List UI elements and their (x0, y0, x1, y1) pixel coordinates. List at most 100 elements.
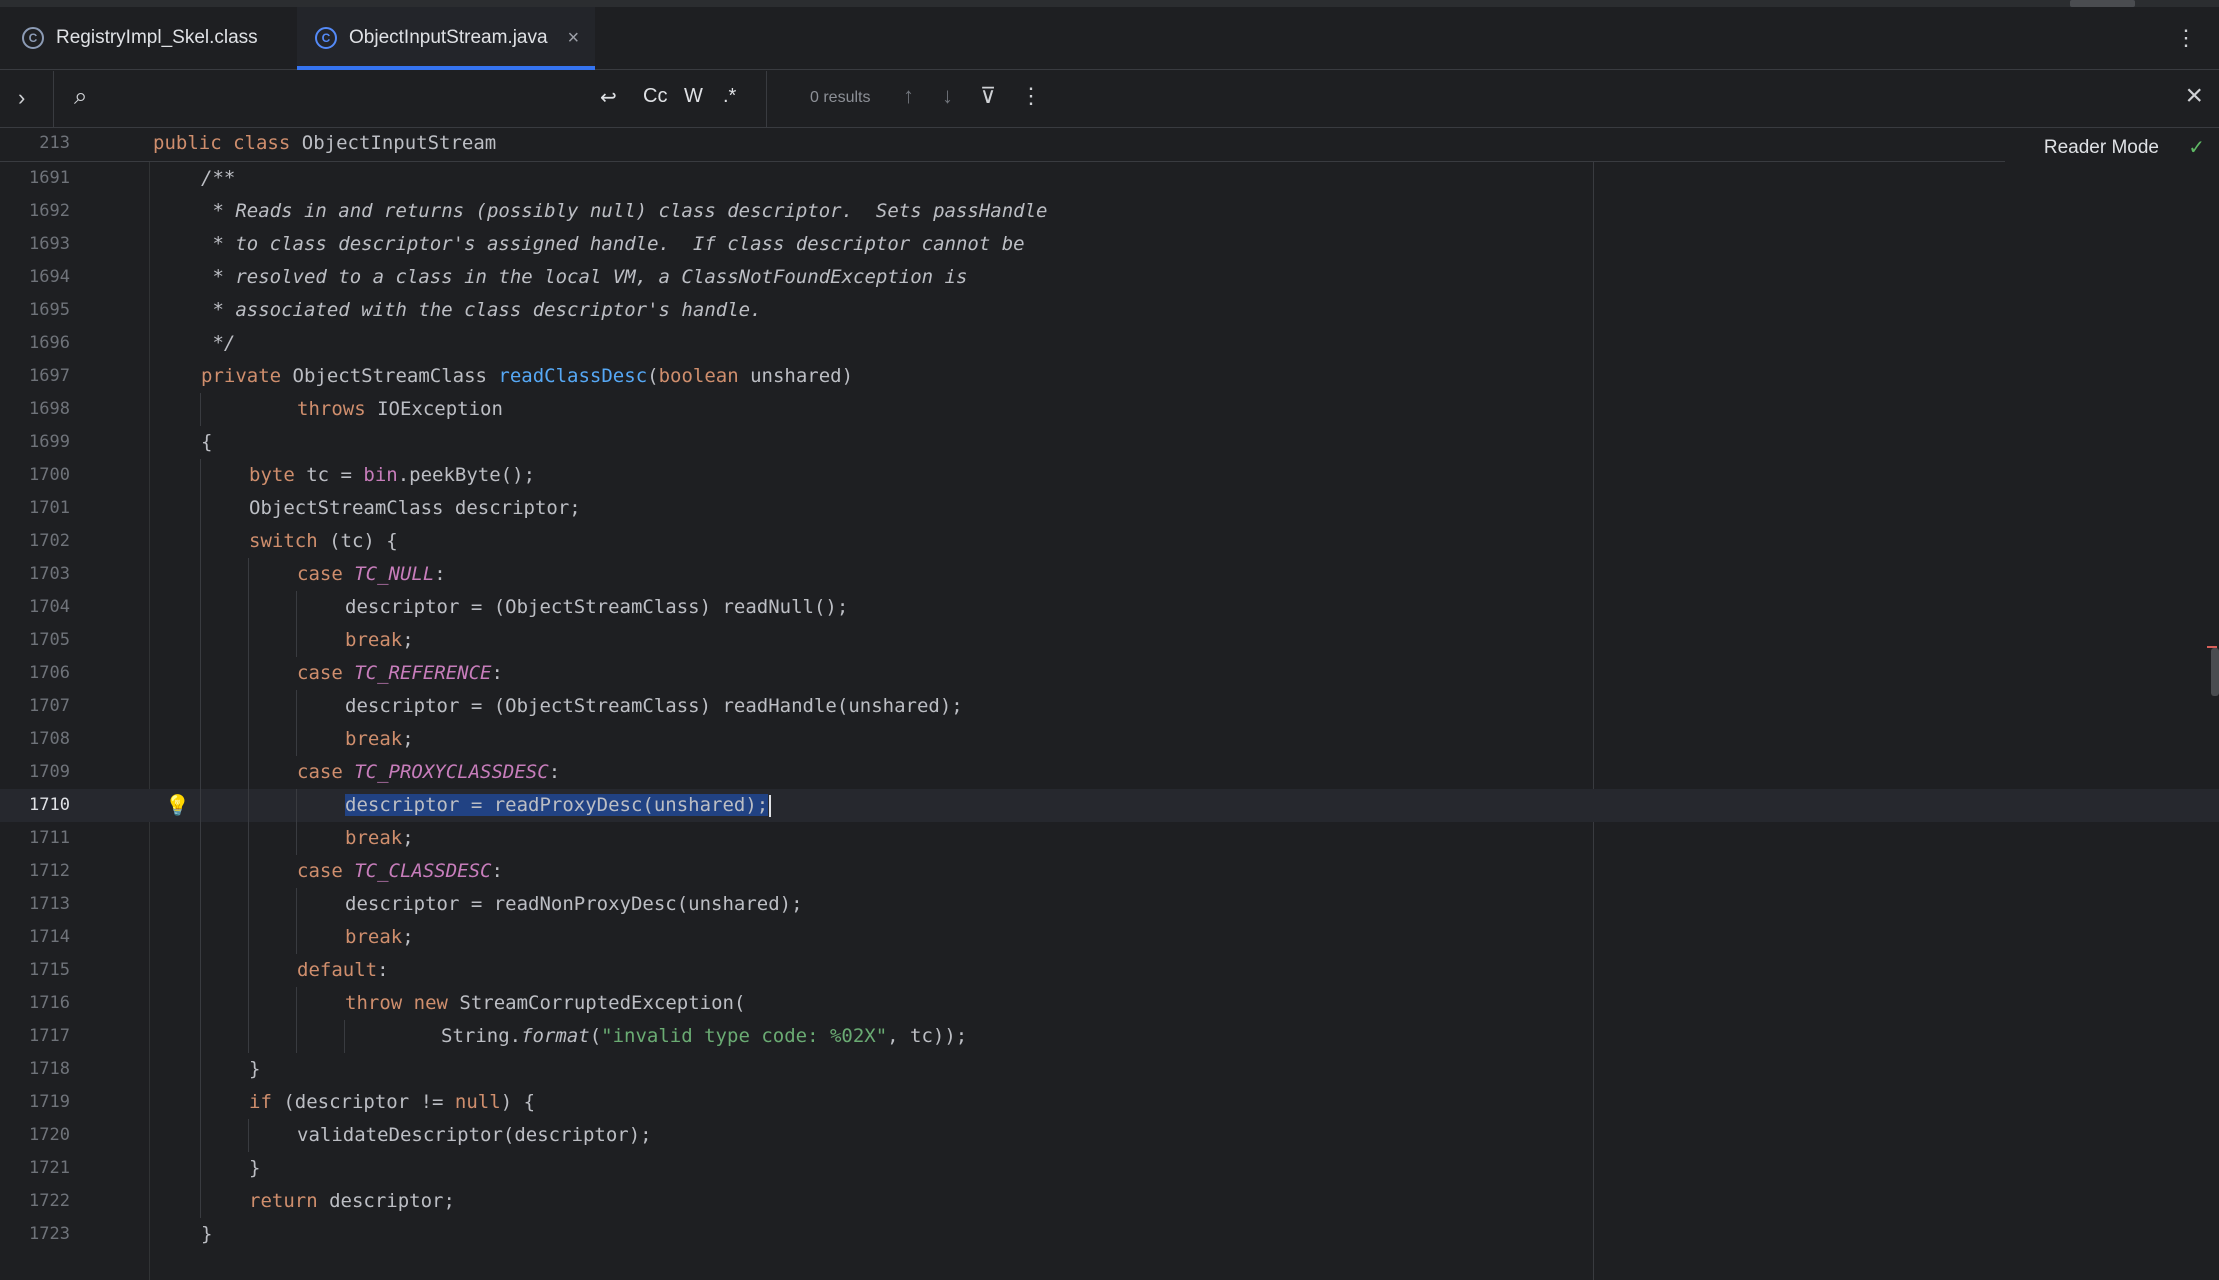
class-icon: C (315, 27, 337, 49)
line-number: 1716 (29, 993, 70, 1013)
line-number: 1704 (29, 597, 70, 617)
whole-words-toggle[interactable]: W (684, 85, 703, 108)
line-number: 1711 (29, 828, 70, 848)
code-line: 1717 String.format("invalid type code: %… (0, 1020, 2219, 1053)
line-number: 1706 (29, 663, 70, 683)
line-number: 1703 (29, 564, 70, 584)
code-line: 1712 case TC_CLASSDESC: (0, 855, 2219, 888)
tab-objectinputstream[interactable]: C ObjectInputStream.java × (297, 7, 595, 70)
check-icon: ✓ (2188, 137, 2205, 159)
code-line: 1698 throws IOException (0, 393, 2219, 426)
search-input[interactable] (108, 81, 578, 117)
find-divider (766, 71, 767, 128)
line-number: 1700 (29, 465, 70, 485)
line-number: 1715 (29, 960, 70, 980)
line-number: 1719 (29, 1092, 70, 1112)
line-number: 1722 (29, 1191, 70, 1211)
line-number: 1723 (29, 1224, 70, 1244)
find-bar: › ⌕ ↩ Cc W .* 0 results ↑ ↓ ⊽ ⋮ × (0, 71, 2219, 128)
code-line: 1691 /** (0, 162, 2219, 195)
code-line: 1706 case TC_REFERENCE: (0, 657, 2219, 690)
more-vertical-icon[interactable]: ⋮ (1020, 83, 1042, 109)
line-number: 1699 (29, 432, 70, 452)
tab-label: ObjectInputStream.java (349, 27, 548, 48)
horizontal-scroll-thumb[interactable] (2070, 0, 2135, 7)
line-number: 1721 (29, 1158, 70, 1178)
code-line: 1692 * Reads in and returns (possibly nu… (0, 195, 2219, 228)
code-line: 1718 } (0, 1053, 2219, 1086)
text-caret (769, 794, 772, 817)
code-line: 1707 descriptor = (ObjectStreamClass) re… (0, 690, 2219, 723)
code-line: 1694 * resolved to a class in the local … (0, 261, 2219, 294)
arrow-down-icon[interactable]: ↓ (942, 83, 953, 109)
more-vertical-icon[interactable]: ⋮ (2175, 25, 2197, 51)
vertical-scroll-thumb[interactable] (2211, 648, 2219, 696)
line-number: 1696 (29, 333, 70, 353)
line-number: 1691 (29, 168, 70, 188)
line-number: 1712 (29, 861, 70, 881)
code-line: 1704 descriptor = (ObjectStreamClass) re… (0, 591, 2219, 624)
code-line: 1695 * associated with the class descrip… (0, 294, 2219, 327)
line-number: 1713 (29, 894, 70, 914)
code-area: 1691 /** 1692 * Reads in and returns (po… (0, 162, 2219, 1251)
code-line: 1699 { (0, 426, 2219, 459)
code-line: 1715 default: (0, 954, 2219, 987)
code-line: 1723 } (0, 1218, 2219, 1251)
arrow-up-icon[interactable]: ↑ (903, 83, 914, 109)
code-line: 1696 */ (0, 327, 2219, 360)
editor-tab-bar: C RegistryImpl_Skel.class C ObjectInputS… (0, 7, 2219, 70)
find-results-count: 0 results (810, 89, 871, 106)
sticky-header[interactable]: 213 public class ObjectInputStream (0, 129, 2005, 162)
selected-text[interactable]: descriptor = readProxyDesc(unshared); (345, 794, 769, 816)
code-line: 1708 break; (0, 723, 2219, 756)
code-line: 1714 break; (0, 921, 2219, 954)
code-editor[interactable]: 213 public class ObjectInputStream Reade… (0, 129, 2219, 1280)
line-number: 1714 (29, 927, 70, 947)
window-top-strip (0, 0, 2219, 7)
line-number: 1692 (29, 201, 70, 221)
find-divider (53, 71, 54, 128)
line-number: 213 (39, 133, 70, 153)
match-case-toggle[interactable]: Cc (643, 85, 667, 108)
code-line: 1697 private ObjectStreamClass readClass… (0, 360, 2219, 393)
line-number: 1694 (29, 267, 70, 287)
line-number: 1705 (29, 630, 70, 650)
code-line: 1719 if (descriptor != null) { (0, 1086, 2219, 1119)
code-line: 1702 switch (tc) { (0, 525, 2219, 558)
line-number: 1698 (29, 399, 70, 419)
wrap-icon[interactable]: ↩ (600, 85, 617, 110)
search-icon[interactable]: ⌕ (74, 83, 87, 111)
code-line: 1700 byte tc = bin.peekByte(); (0, 459, 2219, 492)
chevron-right-icon[interactable]: › (18, 85, 25, 111)
code-line: 1703 case TC_NULL: (0, 558, 2219, 591)
line-number: 1717 (29, 1026, 70, 1046)
filter-icon[interactable]: ⊽ (980, 83, 996, 109)
line-number: 1695 (29, 300, 70, 320)
line-number: 1710 (29, 795, 70, 815)
current-code-line: 1710 💡 descriptor = readProxyDesc(unshar… (0, 789, 2219, 822)
class-file-icon: C (22, 27, 44, 49)
reader-mode-button[interactable]: Reader Mode (2044, 137, 2159, 159)
tab-registryimpl-skel[interactable]: C RegistryImpl_Skel.class (4, 7, 294, 69)
code-line: 1711 break; (0, 822, 2219, 855)
line-number: 1697 (29, 366, 70, 386)
line-number: 1707 (29, 696, 70, 716)
tab-label: RegistryImpl_Skel.class (56, 27, 258, 48)
line-number: 1693 (29, 234, 70, 254)
lightbulb-icon[interactable]: 💡 (165, 793, 190, 817)
line-number: 1718 (29, 1059, 70, 1079)
code-line: 1705 break; (0, 624, 2219, 657)
code-line: 1701 ObjectStreamClass descriptor; (0, 492, 2219, 525)
line-number: 1702 (29, 531, 70, 551)
regex-toggle[interactable]: .* (723, 85, 736, 108)
line-number: 1708 (29, 729, 70, 749)
line-number: 1709 (29, 762, 70, 782)
line-number: 1720 (29, 1125, 70, 1145)
code-line: 1693 * to class descriptor's assigned ha… (0, 228, 2219, 261)
code-line: 1709 case TC_PROXYCLASSDESC: (0, 756, 2219, 789)
code-line: 1720 validateDescriptor(descriptor); (0, 1119, 2219, 1152)
close-icon[interactable]: × (2185, 79, 2203, 113)
code-line: 1721 } (0, 1152, 2219, 1185)
close-icon[interactable]: × (568, 27, 580, 50)
code-line: 1713 descriptor = readNonProxyDesc(unsha… (0, 888, 2219, 921)
